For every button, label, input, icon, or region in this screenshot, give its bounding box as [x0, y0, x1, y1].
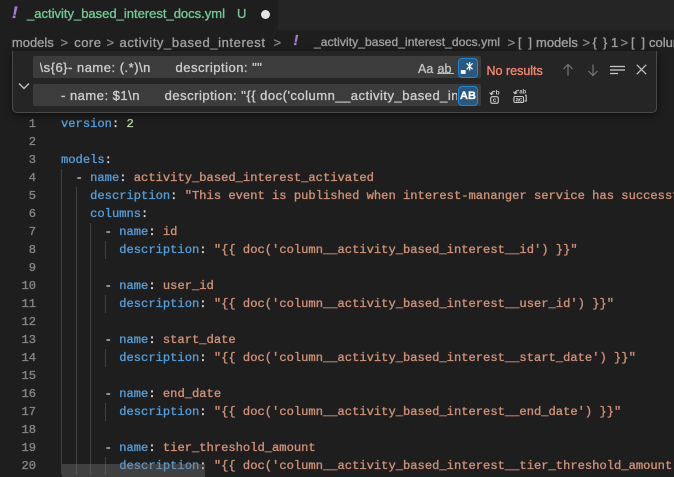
svg-text:b: b [495, 90, 499, 97]
svg-text:ab: ab [519, 89, 526, 95]
svg-text:ac: ac [515, 98, 522, 104]
svg-text:c: c [492, 97, 496, 104]
